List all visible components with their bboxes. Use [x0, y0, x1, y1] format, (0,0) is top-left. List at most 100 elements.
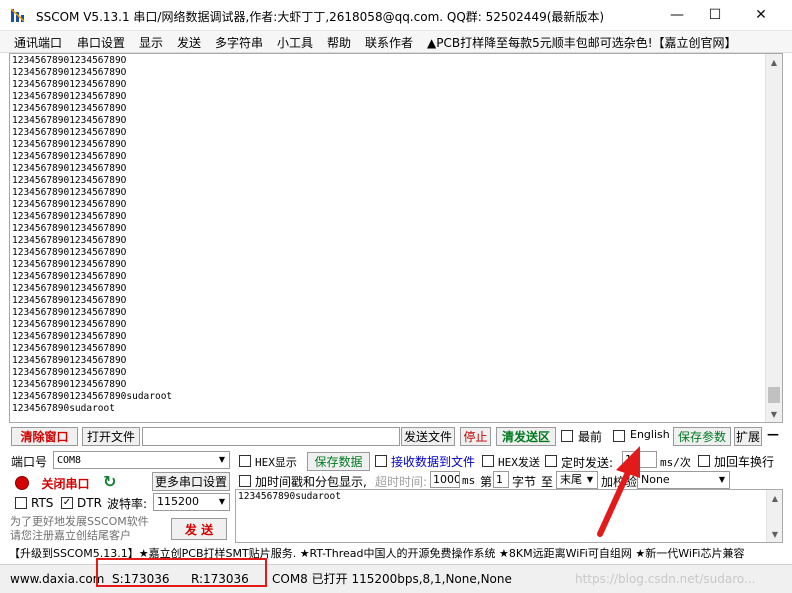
- english-checkbox[interactable]: [613, 430, 625, 442]
- checksum-select[interactable]: None ▼: [637, 471, 730, 489]
- expand-button[interactable]: 扩展: [734, 427, 762, 446]
- more-port-settings-button[interactable]: 更多串口设置: [152, 472, 230, 491]
- baud-label: 波特率:: [107, 497, 148, 511]
- nth-input[interactable]: 1: [493, 471, 509, 488]
- refresh-icon[interactable]: ↻: [103, 472, 116, 491]
- save-data-button[interactable]: 保存数据: [307, 452, 370, 471]
- rts-checkbox[interactable]: [15, 497, 27, 509]
- stop-button[interactable]: 停止: [460, 427, 491, 446]
- receive-scrollbar[interactable]: ▲ ▼: [765, 54, 782, 422]
- chevron-down-icon: ▼: [215, 452, 229, 468]
- dtr-checkbox[interactable]: ✓: [61, 497, 73, 509]
- send-scrollbar[interactable]: ▲ ▼: [766, 490, 782, 542]
- scroll-down-icon[interactable]: ▼: [766, 406, 782, 422]
- file-path-input[interactable]: [142, 427, 400, 446]
- receive-text: 1234567890123456789O 1234567890123456789O…: [12, 55, 172, 415]
- recv-to-file-checkbox[interactable]: [375, 455, 387, 467]
- receive-line: 1234567890123456789O: [12, 55, 127, 66]
- receive-line: 1234567890123456789O: [12, 235, 127, 246]
- title-bar: SSCOM V5.13.1 串口/网络数据调试器,作者:大虾丁丁,2618058…: [0, 0, 792, 31]
- scroll-thumb[interactable]: [768, 387, 780, 403]
- clear-send-button[interactable]: 清发送区: [496, 427, 556, 446]
- window-title: SSCOM V5.13.1 串口/网络数据调试器,作者:大虾丁丁,2618058…: [36, 10, 605, 24]
- menu-help[interactable]: 帮助: [327, 34, 351, 51]
- send-file-button[interactable]: 发送文件: [401, 427, 455, 446]
- receive-line: 1234567890123456789O: [12, 343, 127, 354]
- maximize-button[interactable]: ☐: [692, 0, 738, 30]
- english-label: English: [630, 428, 670, 441]
- scroll-up-icon[interactable]: ▲: [767, 490, 783, 506]
- receive-line: 1234567890123456789O: [12, 271, 127, 282]
- timeout-input[interactable]: 1000: [430, 471, 460, 488]
- menu-display[interactable]: 显示: [139, 34, 163, 51]
- receive-line: 1234567890123456789O: [12, 379, 127, 390]
- menu-contact-author[interactable]: 联系作者: [365, 34, 413, 51]
- receive-area[interactable]: 1234567890123456789O 1234567890123456789O…: [9, 53, 783, 423]
- chevron-down-icon: ▼: [715, 472, 729, 488]
- clear-window-button[interactable]: 清除窗口: [11, 427, 78, 446]
- receive-line: 1234567890123456789O: [12, 103, 127, 114]
- receive-line: 1234567890123456789O: [12, 307, 127, 318]
- receive-line: 1234567890123456789O: [12, 259, 127, 270]
- receive-line: 1234567890123456789O: [12, 367, 127, 378]
- receive-line: 1234567890123456789O: [12, 175, 127, 186]
- menu-port-settings[interactable]: 串口设置: [77, 34, 125, 51]
- timestamp-checkbox[interactable]: [239, 475, 251, 487]
- menu-multi-string[interactable]: 多字符串: [215, 34, 263, 51]
- menu-bar: 通讯端口 串口设置 显示 发送 多字符串 小工具 帮助 联系作者 ▲PCB打样降…: [0, 31, 792, 53]
- website-link[interactable]: www.daxia.com: [10, 570, 104, 588]
- port-value: COM8: [57, 455, 82, 466]
- hex-display-label: HEX显示: [255, 456, 297, 469]
- open-file-button[interactable]: 打开文件: [82, 427, 140, 446]
- timestamp-label: 加时间戳和分包显示,: [255, 475, 367, 489]
- send-button[interactable]: 发 送: [171, 518, 227, 540]
- baud-value: 115200: [157, 495, 199, 508]
- rts-label: RTS: [31, 496, 54, 510]
- receive-line: 1234567890123456789O: [12, 115, 127, 126]
- port-label: 端口号: [11, 455, 48, 469]
- recv-to-file-label: 接收数据到文件: [391, 455, 476, 469]
- port-status-icon: [15, 476, 29, 490]
- interval-unit: ms/次: [660, 456, 691, 469]
- close-button[interactable]: ✕: [738, 0, 784, 30]
- timed-send-checkbox[interactable]: [545, 455, 557, 467]
- receive-line: 1234567890123456789O: [12, 127, 127, 138]
- receive-line: 1234567890sudaroot: [12, 403, 115, 414]
- send-textarea[interactable]: 1234567890sudaroot ▲ ▼: [235, 489, 783, 543]
- receive-line: 1234567890123456789O: [12, 163, 127, 174]
- save-params-button[interactable]: 保存参数: [673, 427, 731, 446]
- register-promo[interactable]: 为了更好地发展SSCOM软件 请您注册嘉立创结尾客户: [10, 515, 149, 543]
- dtr-label: DTR: [77, 496, 102, 510]
- receive-line: 1234567890123456789O: [12, 67, 127, 78]
- scroll-up-icon[interactable]: ▲: [766, 54, 782, 70]
- to-value: 末尾: [560, 473, 582, 486]
- receive-line: 1234567890123456789O: [12, 331, 127, 342]
- menu-send[interactable]: 发送: [177, 34, 201, 51]
- close-port-button[interactable]: 关闭串口: [33, 473, 98, 493]
- receive-line: 1234567890123456789O: [12, 91, 127, 102]
- hex-send-label: HEX发送: [498, 456, 540, 469]
- add-crlf-label: 加回车换行: [714, 455, 775, 469]
- topmost-checkbox[interactable]: [561, 430, 573, 442]
- receive-line: 1234567890123456789O: [12, 79, 127, 90]
- byte-label: 字节: [512, 475, 537, 489]
- port-select[interactable]: COM8 ▼: [53, 451, 230, 469]
- hex-send-checkbox[interactable]: [482, 455, 494, 467]
- timeout-label: 超时时间:: [375, 475, 428, 489]
- scroll-down-icon[interactable]: ▼: [767, 526, 783, 542]
- to-label: 至: [541, 475, 554, 489]
- collapse-button[interactable]: —: [767, 427, 779, 441]
- nth-label: 第: [480, 475, 493, 489]
- menu-comm-port[interactable]: 通讯端口: [14, 34, 62, 51]
- add-crlf-checkbox[interactable]: [698, 455, 710, 467]
- receive-line: 1234567890123456789O: [12, 139, 127, 150]
- receive-line: 1234567890123456789O: [12, 199, 127, 210]
- menu-tools[interactable]: 小工具: [277, 34, 313, 51]
- receive-line: 1234567890123456789O: [12, 319, 127, 330]
- menu-pcb-ad[interactable]: ▲PCB打样降至每款5元顺丰包邮可选杂色!【嘉立创官网】: [427, 34, 737, 51]
- baud-select[interactable]: 115200 ▼: [153, 493, 230, 511]
- receive-line: 1234567890123456789O: [12, 151, 127, 162]
- watermark: https://blog.csdn.net/sudaro...: [575, 572, 756, 586]
- app-icon: [10, 8, 25, 22]
- hex-display-checkbox[interactable]: [239, 455, 251, 467]
